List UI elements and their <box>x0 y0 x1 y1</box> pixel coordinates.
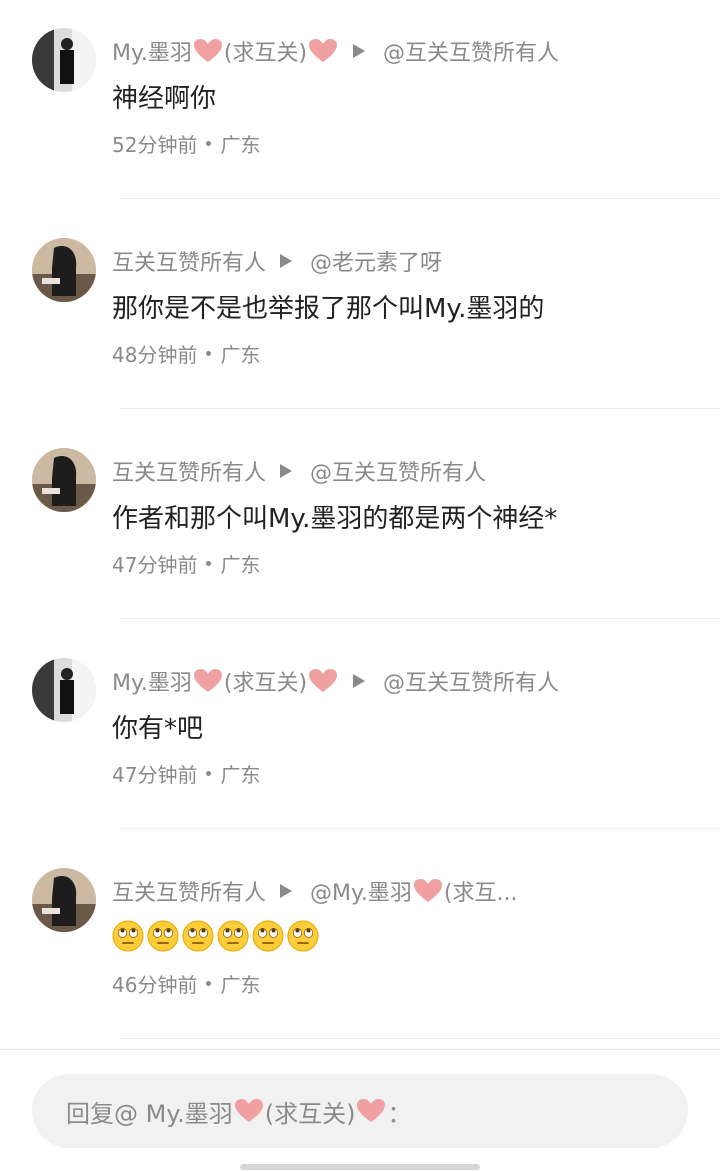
divider <box>120 618 720 619</box>
timestamp: 47分钟前 <box>112 552 198 577</box>
reply-arrow-icon <box>280 254 293 268</box>
comment-text: 你有*吧 <box>112 713 204 744</box>
reply-arrow-icon <box>280 884 293 898</box>
author-suffix: (求互关) <box>223 41 308 66</box>
comment-footer: 48分钟前 广东 <box>112 338 260 368</box>
avatar[interactable] <box>32 448 96 512</box>
reply-target[interactable]: @互关互赞所有人 <box>310 455 486 487</box>
comment-item[interactable]: My.墨羽 (求互关) @互关互赞所有人 神经啊你 52分钟前 广东 <box>0 0 720 210</box>
heart-icon <box>193 669 222 692</box>
reply-arrow-icon <box>280 464 293 478</box>
location: 广东 <box>220 762 261 787</box>
heart-icon <box>234 1099 263 1122</box>
avatar[interactable] <box>32 868 96 932</box>
timestamp: 47分钟前 <box>112 762 198 787</box>
heart-icon <box>309 39 338 62</box>
comment-footer: 52分钟前 广东 <box>112 128 260 158</box>
author-suffix: (求互关) <box>223 671 308 696</box>
comment-meta: 互关互赞所有人 @老元素了呀 <box>112 244 696 278</box>
timestamp: 52分钟前 <box>112 132 198 157</box>
author-name[interactable]: My.墨羽 <box>112 35 192 67</box>
divider <box>120 1038 720 1039</box>
reply-arrow-icon <box>353 674 366 688</box>
heart-icon <box>357 1099 386 1122</box>
home-indicator <box>240 1164 480 1170</box>
separator-dot-icon <box>206 140 212 146</box>
avatar[interactable] <box>32 658 96 722</box>
reply-placeholder-prefix: 回复@ My.墨羽 <box>66 1099 233 1128</box>
author-name[interactable]: 互关互赞所有人 <box>112 245 266 277</box>
comment-footer: 46分钟前 广东 <box>112 968 260 998</box>
avatar[interactable] <box>32 238 96 302</box>
avatar[interactable] <box>32 28 96 92</box>
avatar-photo-b-icon <box>32 448 96 512</box>
comment-text: 作者和那个叫My.墨羽的都是两个神经* <box>112 503 558 534</box>
comment-item[interactable]: My.墨羽 (求互关) @互关互赞所有人 你有*吧 47分钟前 广东 <box>0 630 720 840</box>
avatar-photo-b-icon <box>32 238 96 302</box>
reply-arrow-icon <box>353 44 366 58</box>
separator-dot-icon <box>206 560 212 566</box>
separator-dot-icon <box>206 980 212 986</box>
avatar-photo-a-icon <box>32 28 96 92</box>
comment-meta: My.墨羽 (求互关) @互关互赞所有人 <box>112 34 696 68</box>
avatar-photo-a-icon <box>32 658 96 722</box>
eye-roll-emoji-icon <box>252 920 284 952</box>
comment-item[interactable]: 互关互赞所有人 @互关互赞所有人 作者和那个叫My.墨羽的都是两个神经* 47分… <box>0 420 720 630</box>
eye-roll-emoji-icon <box>182 920 214 952</box>
comment-text: 神经啊你 <box>112 83 217 114</box>
timestamp: 48分钟前 <box>112 342 198 367</box>
location: 广东 <box>220 342 261 367</box>
author-name[interactable]: 互关互赞所有人 <box>112 875 266 907</box>
location: 广东 <box>220 972 261 997</box>
reply-input[interactable]: 回复@ My.墨羽 (求互关) ： <box>32 1074 688 1148</box>
reply-target[interactable]: @互关互赞所有人 <box>383 665 559 697</box>
heart-icon <box>309 669 338 692</box>
reply-target[interactable]: @My.墨羽 <box>310 875 412 907</box>
heart-icon <box>413 879 442 902</box>
author-name[interactable]: My.墨羽 <box>112 665 192 697</box>
comment-meta: My.墨羽 (求互关) @互关互赞所有人 <box>112 664 696 698</box>
timestamp: 46分钟前 <box>112 972 198 997</box>
author-name[interactable]: 互关互赞所有人 <box>112 455 266 487</box>
reply-placeholder-suffix: ： <box>387 1099 412 1128</box>
eye-roll-emoji-icon <box>217 920 249 952</box>
divider <box>120 198 720 199</box>
divider <box>120 408 720 409</box>
footer-divider <box>0 1049 720 1050</box>
eye-roll-emoji-icon <box>147 920 179 952</box>
eye-roll-emoji-icon <box>112 920 144 952</box>
comment-footer: 47分钟前 广东 <box>112 758 260 788</box>
avatar-photo-b-icon <box>32 868 96 932</box>
reply-target-suffix[interactable]: (求互... <box>444 875 518 907</box>
separator-dot-icon <box>206 350 212 356</box>
comment-footer: 47分钟前 广东 <box>112 548 260 578</box>
separator-dot-icon <box>206 770 212 776</box>
eye-roll-emoji-icon <box>287 920 319 952</box>
heart-icon <box>193 39 222 62</box>
divider <box>120 828 720 829</box>
comment-meta: 互关互赞所有人 @My.墨羽 (求互... <box>112 874 696 908</box>
comment-text: 那你是不是也举报了那个叫My.墨羽的 <box>112 293 545 324</box>
location: 广东 <box>220 132 261 157</box>
reply-target[interactable]: @互关互赞所有人 <box>383 35 559 67</box>
comment-item[interactable]: 互关互赞所有人 @老元素了呀 那你是不是也举报了那个叫My.墨羽的 48分钟前 … <box>0 210 720 420</box>
reply-placeholder-middle: (求互关) <box>264 1099 356 1128</box>
comment-meta: 互关互赞所有人 @互关互赞所有人 <box>112 454 696 488</box>
location: 广东 <box>220 552 261 577</box>
comment-item[interactable]: 互关互赞所有人 @My.墨羽 (求互... 46分钟前 广东 <box>0 840 720 1050</box>
comment-text <box>112 916 696 956</box>
reply-target[interactable]: @老元素了呀 <box>310 245 442 277</box>
